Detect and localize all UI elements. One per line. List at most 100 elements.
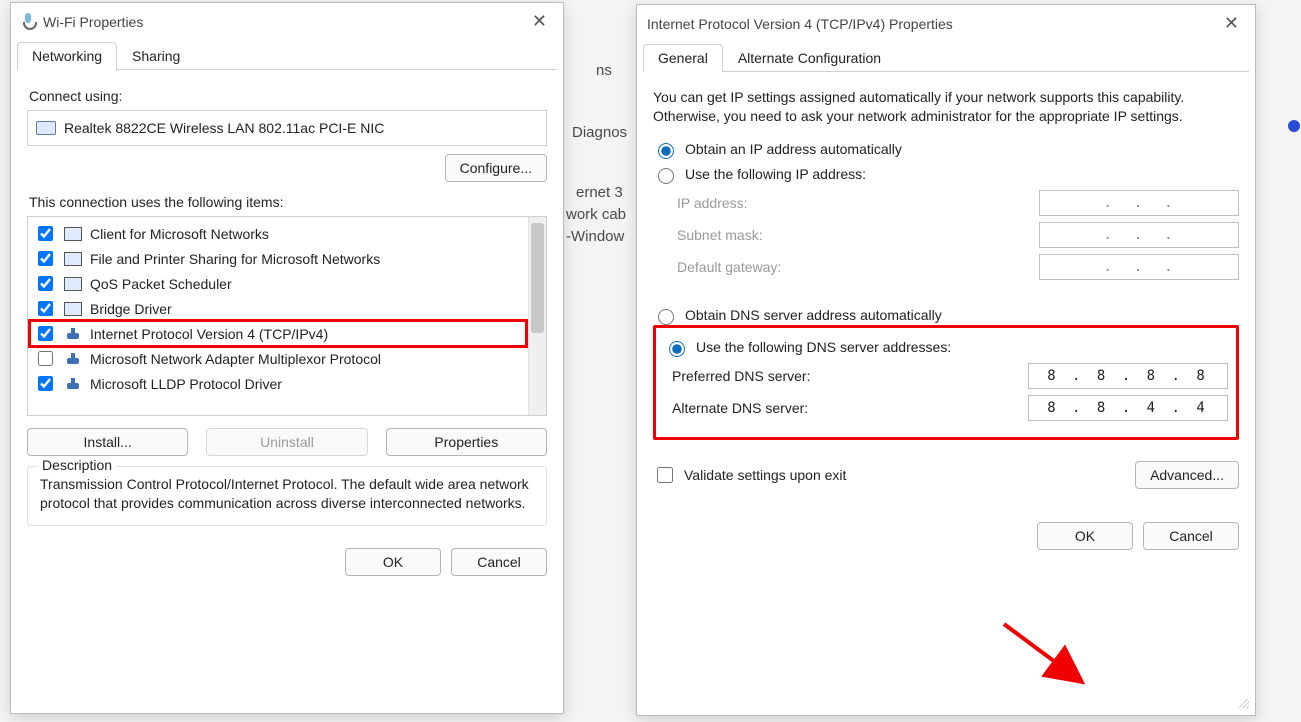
component-label: Internet Protocol Version 4 (TCP/IPv4) — [90, 326, 328, 342]
radio-dns-manual[interactable]: Use the following DNS server addresses: — [664, 338, 1228, 357]
adapter-field[interactable]: Realtek 8822CE Wireless LAN 802.11ac PCI… — [27, 110, 547, 146]
radio-ip-auto-input[interactable] — [658, 143, 674, 159]
components-scrollbar[interactable] — [528, 217, 546, 415]
component-checkbox[interactable] — [38, 276, 53, 291]
wifi-adapter-icon — [21, 13, 35, 31]
advanced-button[interactable]: Advanced... — [1135, 461, 1239, 489]
protocol-icon — [64, 377, 82, 391]
client-icon — [64, 227, 82, 241]
component-checkbox[interactable] — [38, 326, 53, 341]
subnet-mask-field: ... — [1039, 222, 1239, 248]
default-gateway-field: ... — [1039, 254, 1239, 280]
close-icon[interactable]: ✕ — [526, 9, 553, 34]
wifi-footer: OK Cancel — [11, 538, 563, 590]
preferred-dns-label: Preferred DNS server: — [672, 368, 810, 384]
default-gateway-label: Default gateway: — [677, 259, 781, 275]
validate-checkbox[interactable] — [657, 467, 673, 483]
background-fragment: -Window — [566, 228, 624, 245]
radio-ip-manual-input[interactable] — [658, 168, 674, 184]
component-checkbox[interactable] — [38, 301, 53, 316]
close-icon[interactable]: ✕ — [1218, 11, 1245, 36]
radio-dns-auto[interactable]: Obtain DNS server address automatically — [653, 306, 1239, 325]
component-item[interactable]: Client for Microsoft Networks — [30, 221, 526, 246]
dns-highlight-box: Use the following DNS server addresses: … — [653, 325, 1239, 440]
component-item[interactable]: QoS Packet Scheduler — [30, 271, 526, 296]
radio-dns-auto-label: Obtain DNS server address automatically — [685, 307, 942, 323]
component-item[interactable]: Microsoft Network Adapter Multiplexor Pr… — [30, 346, 526, 371]
subnet-mask-label: Subnet mask: — [677, 227, 763, 243]
install-button[interactable]: Install... — [27, 428, 188, 456]
configure-button[interactable]: Configure... — [445, 154, 547, 182]
component-label: QoS Packet Scheduler — [90, 276, 232, 292]
network-components-list: Client for Microsoft Networks File and Pr… — [27, 216, 547, 416]
component-label: File and Printer Sharing for Microsoft N… — [90, 251, 380, 267]
connect-using-label: Connect using: — [29, 88, 547, 104]
adapter-name: Realtek 8822CE Wireless LAN 802.11ac PCI… — [64, 120, 384, 136]
client-icon — [64, 252, 82, 266]
radio-ip-auto[interactable]: Obtain an IP address automatically — [653, 140, 1239, 159]
background-fragment: Diagnos — [572, 124, 627, 141]
ipv4-ok-button[interactable]: OK — [1037, 522, 1133, 550]
component-item[interactable]: Bridge Driver — [30, 296, 526, 321]
wifi-tabs: Networking Sharing — [17, 42, 557, 70]
preferred-dns-field[interactable]: 8 . 8 . 8 . 8 — [1028, 363, 1228, 389]
background-fragment: work cab — [566, 206, 626, 223]
component-checkbox[interactable] — [38, 351, 53, 366]
background-fragment: ns — [596, 62, 612, 79]
component-label: Client for Microsoft Networks — [90, 226, 269, 242]
ipv4-panel: You can get IP settings assigned automat… — [637, 72, 1255, 512]
tab-alternate-configuration[interactable]: Alternate Configuration — [723, 44, 896, 72]
ipv4-title: Internet Protocol Version 4 (TCP/IPv4) P… — [647, 16, 953, 32]
ipv4-titlebar: Internet Protocol Version 4 (TCP/IPv4) P… — [637, 5, 1255, 40]
component-item[interactable]: Internet Protocol Version 4 (TCP/IPv4) — [30, 321, 526, 346]
scrollbar-thumb[interactable] — [531, 223, 544, 333]
ipv4-cancel-button[interactable]: Cancel — [1143, 522, 1239, 550]
description-legend: Description — [38, 457, 116, 473]
wifi-properties-dialog: Wi-Fi Properties ✕ Networking Sharing Co… — [10, 2, 564, 714]
component-label: Microsoft LLDP Protocol Driver — [90, 376, 282, 392]
ipv4-tabs: General Alternate Configuration — [643, 44, 1249, 72]
radio-dns-auto-input[interactable] — [658, 309, 674, 325]
description-group: Description Transmission Control Protoco… — [27, 466, 547, 526]
background-fragment: ernet 3 — [576, 184, 623, 201]
nic-icon — [36, 121, 56, 135]
protocol-icon — [64, 327, 82, 341]
tab-general[interactable]: General — [643, 44, 723, 72]
wifi-cancel-button[interactable]: Cancel — [451, 548, 547, 576]
ip-address-field: ... — [1039, 190, 1239, 216]
component-label: Microsoft Network Adapter Multiplexor Pr… — [90, 351, 381, 367]
radio-ip-auto-label: Obtain an IP address automatically — [685, 141, 902, 157]
alternate-dns-label: Alternate DNS server: — [672, 400, 808, 416]
radio-ip-manual-label: Use the following IP address: — [685, 166, 866, 182]
protocol-icon — [64, 352, 82, 366]
client-icon — [64, 302, 82, 316]
radio-dns-manual-input[interactable] — [669, 341, 685, 357]
component-item[interactable]: Microsoft LLDP Protocol Driver — [30, 371, 526, 396]
tab-sharing[interactable]: Sharing — [117, 42, 195, 70]
ipv4-footer: OK Cancel — [637, 512, 1255, 564]
background-accent-dot — [1288, 120, 1300, 132]
tab-networking[interactable]: Networking — [17, 42, 117, 70]
wifi-panel: Connect using: Realtek 8822CE Wireless L… — [11, 70, 563, 538]
component-checkbox[interactable] — [38, 251, 53, 266]
wifi-ok-button[interactable]: OK — [345, 548, 441, 576]
ip-address-label: IP address: — [677, 195, 748, 211]
ipv4-properties-dialog: Internet Protocol Version 4 (TCP/IPv4) P… — [636, 4, 1256, 716]
radio-ip-manual[interactable]: Use the following IP address: — [653, 165, 1239, 184]
component-label: Bridge Driver — [90, 301, 172, 317]
component-item[interactable]: File and Printer Sharing for Microsoft N… — [30, 246, 526, 271]
client-icon — [64, 277, 82, 291]
uninstall-button: Uninstall — [206, 428, 367, 456]
alternate-dns-field[interactable]: 8 . 8 . 4 . 4 — [1028, 395, 1228, 421]
description-text: Transmission Control Protocol/Internet P… — [40, 475, 534, 513]
properties-button[interactable]: Properties — [386, 428, 547, 456]
wifi-titlebar: Wi-Fi Properties ✕ — [11, 3, 563, 38]
component-checkbox[interactable] — [38, 226, 53, 241]
validate-checkbox-row[interactable]: Validate settings upon exit — [653, 464, 846, 486]
wifi-title: Wi-Fi Properties — [43, 14, 143, 30]
radio-dns-manual-label: Use the following DNS server addresses: — [696, 339, 951, 355]
validate-label: Validate settings upon exit — [684, 467, 846, 483]
uses-items-label: This connection uses the following items… — [29, 194, 547, 210]
resize-grip-icon[interactable] — [1235, 695, 1249, 709]
component-checkbox[interactable] — [38, 376, 53, 391]
